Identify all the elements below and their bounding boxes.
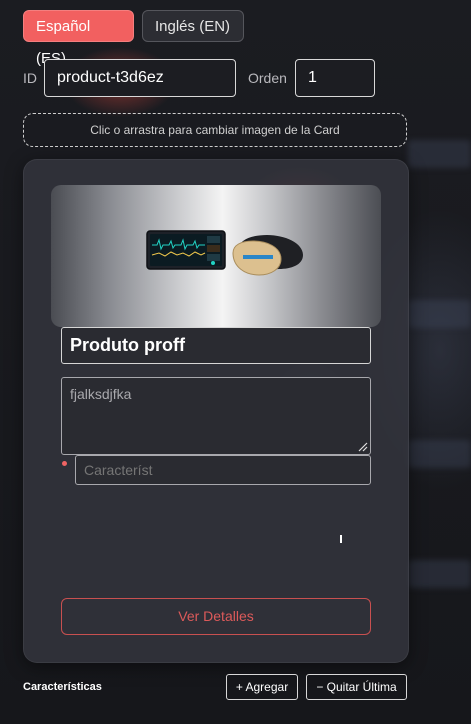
product-card: fjalksdjfka Ver Detalles — [23, 159, 409, 663]
add-feature-button[interactable]: + Agregar — [226, 674, 298, 700]
background-decoration — [408, 440, 471, 468]
feature-bullet-icon — [62, 461, 67, 466]
card-description-textarea[interactable]: fjalksdjfka — [61, 377, 371, 455]
order-input[interactable] — [295, 59, 375, 97]
product-image — [146, 230, 303, 276]
product-editor-page: Español (ES) Inglés (EN) ID Orden Clic o… — [0, 0, 471, 724]
order-label: Orden — [248, 70, 287, 86]
resize-handle-icon[interactable] — [357, 441, 368, 452]
view-details-button[interactable]: Ver Detalles — [61, 598, 371, 635]
id-label: ID — [23, 70, 37, 86]
tab-english[interactable]: Inglés (EN) — [142, 10, 244, 42]
background-decoration — [408, 140, 471, 168]
background-decoration — [408, 560, 471, 588]
remove-last-feature-button[interactable]: − Quitar Última — [306, 674, 407, 700]
id-input[interactable] — [44, 59, 236, 97]
tab-spanish[interactable]: Español (ES) — [23, 10, 134, 67]
text-cursor — [340, 535, 342, 543]
card-image — [51, 185, 381, 327]
card-title-input[interactable] — [61, 327, 371, 364]
feature-input[interactable] — [75, 455, 371, 485]
background-decoration — [408, 300, 471, 328]
image-upload-dropzone[interactable]: Clic o arrastra para cambiar imagen de l… — [23, 113, 407, 147]
features-section-title: Características — [23, 681, 102, 693]
